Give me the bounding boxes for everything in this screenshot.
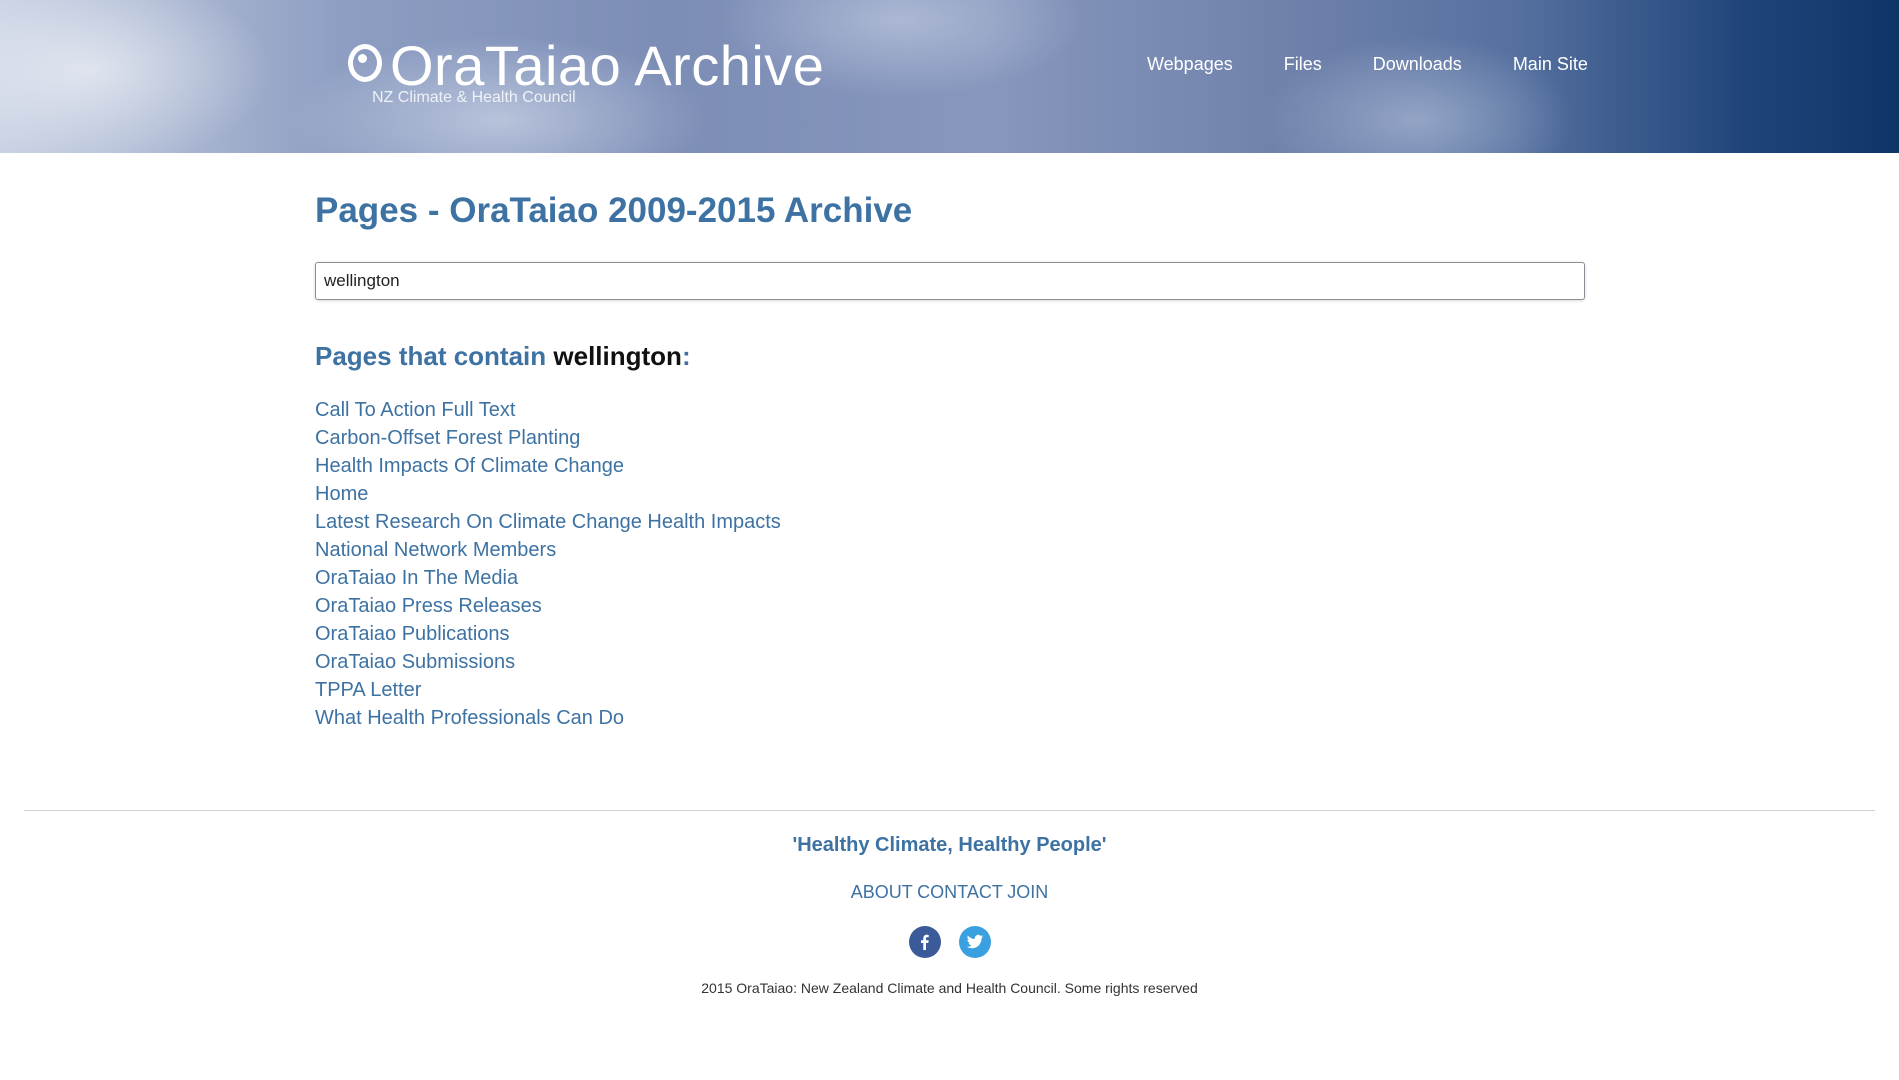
result-link[interactable]: What Health Professionals Can Do (315, 707, 624, 729)
list-item: What Health Professionals Can Do (315, 704, 1585, 732)
social-links (0, 926, 1899, 958)
results-heading-suffix: : (681, 341, 691, 371)
copyright: 2015 OraTaiao: New Zealand Climate and H… (701, 980, 1198, 996)
list-item: Latest Research On Climate Change Health… (315, 508, 1585, 536)
result-link[interactable]: OraTaiao In The Media (315, 567, 518, 589)
list-item: Health Impacts Of Climate Change (315, 452, 1585, 480)
tagline: 'Healthy Climate, Healthy People' (792, 834, 1107, 856)
search-term: wellington (553, 341, 682, 371)
facebook-button[interactable] (908, 926, 941, 958)
list-item: National Network Members (315, 536, 1585, 564)
search-input[interactable] (315, 262, 1585, 300)
page-title: Pages - OraTaiao 2009-2015 Archive (315, 191, 913, 230)
result-link[interactable]: Latest Research On Climate Change Health… (315, 511, 781, 533)
result-link[interactable]: Health Impacts Of Climate Change (315, 455, 624, 477)
result-link[interactable]: Carbon-Offset Forest Planting (315, 427, 580, 449)
footer-link-about[interactable]: ABOUT (851, 882, 913, 902)
list-item: OraTaiao Submissions (315, 648, 1585, 676)
footer-link-join[interactable]: JOIN (1007, 882, 1048, 902)
facebook-icon (920, 934, 929, 950)
list-item: TPPA Letter (315, 676, 1585, 704)
footer-link-contact[interactable]: CONTACT (917, 882, 1003, 902)
list-item: Home (315, 480, 1585, 508)
oratajao-logo-icon (348, 44, 382, 82)
list-item: OraTaiao Press Releases (315, 592, 1585, 620)
result-link[interactable]: TPPA Letter (315, 679, 421, 701)
footer-divider (24, 810, 1875, 811)
header-banner: OraTaiao Archive NZ Climate & Health Cou… (0, 0, 1899, 153)
nav-downloads[interactable]: Downloads (1373, 54, 1462, 75)
results-heading-prefix: Pages that contain (315, 341, 554, 371)
twitter-button[interactable] (958, 926, 991, 958)
results-list: Call To Action Full Text Carbon-Offset F… (315, 396, 1585, 732)
main-content: Pages - OraTaiao 2009-2015 Archive Pages… (315, 190, 1585, 732)
footer-links: ABOUT CONTACT JOIN (0, 878, 1899, 908)
list-item: Call To Action Full Text (315, 396, 1585, 424)
list-item: OraTaiao In The Media (315, 564, 1585, 592)
twitter-icon (966, 934, 983, 949)
result-link[interactable]: OraTaiao Submissions (315, 651, 515, 673)
footer: 'Healthy Climate, Healthy People' ABOUT … (0, 830, 1899, 996)
nav-main-site[interactable]: Main Site (1513, 54, 1588, 75)
list-item: OraTaiao Publications (315, 620, 1585, 648)
nav-webpages[interactable]: Webpages (1147, 54, 1233, 75)
top-nav: Webpages Files Downloads Main Site (1147, 54, 1588, 75)
nav-files[interactable]: Files (1284, 54, 1322, 75)
list-item: Carbon-Offset Forest Planting (315, 424, 1585, 452)
results-heading: Pages that contain wellington: (315, 340, 1585, 372)
logo-subtitle: NZ Climate & Health Council (372, 89, 576, 106)
result-link[interactable]: Home (315, 483, 368, 505)
result-link[interactable]: OraTaiao Press Releases (315, 595, 542, 617)
result-link[interactable]: OraTaiao Publications (315, 623, 510, 645)
result-link[interactable]: National Network Members (315, 539, 556, 561)
result-link[interactable]: Call To Action Full Text (315, 399, 515, 421)
